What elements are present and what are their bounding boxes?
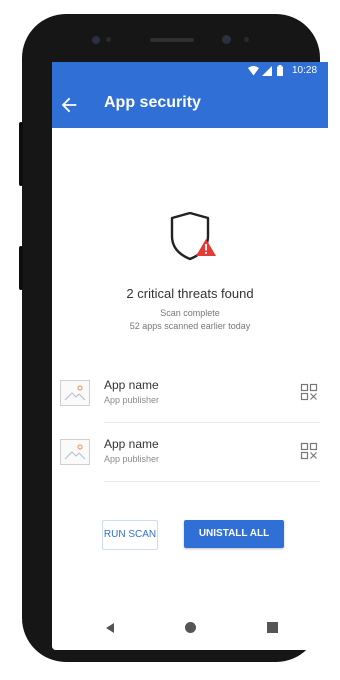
main-content: 2 critical threats found Scan complete 5… [52, 128, 328, 608]
scan-status: Scan complete [160, 308, 220, 318]
status-bar: 10:28 [52, 62, 328, 80]
wifi-icon [248, 66, 259, 76]
scan-details: 52 apps scanned earlier today [129, 321, 251, 331]
page-title: App security [104, 94, 201, 111]
cell-signal-icon [262, 66, 272, 76]
back-arrow-icon[interactable] [58, 94, 80, 116]
back-triangle-icon[interactable] [104, 622, 116, 634]
app-list-item[interactable]: App name App publisher [52, 423, 328, 481]
uninstall-all-button[interactable]: UNISTALL ALL [184, 520, 284, 548]
iris-camera [222, 35, 231, 44]
shield-warning-icon [170, 212, 216, 261]
app-name: App name [104, 437, 159, 451]
sensor-dot [244, 37, 249, 42]
threat-heading: 2 critical threats found [126, 286, 254, 301]
image-placeholder-icon [60, 439, 90, 465]
image-placeholder-icon [60, 380, 90, 406]
app-publisher: App publisher [104, 454, 160, 464]
list-divider [104, 481, 320, 482]
battery-icon [277, 65, 283, 76]
side-button [19, 246, 23, 290]
app-list-item[interactable]: App name App publisher [52, 364, 328, 422]
phone-frame: 10:28 App security 2 critical threats fo… [19, 14, 328, 662]
app-action-icon[interactable] [300, 383, 318, 401]
home-circle-icon[interactable] [184, 621, 197, 634]
app-name: App name [104, 378, 159, 392]
nav-bar [52, 608, 328, 650]
app-action-icon[interactable] [300, 442, 318, 460]
recents-square-icon[interactable] [267, 622, 278, 633]
earpiece [150, 38, 194, 42]
front-camera [92, 36, 100, 44]
sensor-dot [106, 37, 111, 42]
side-button [19, 122, 23, 186]
app-publisher: App publisher [104, 395, 160, 405]
app-bar: App security [52, 80, 328, 128]
run-scan-button[interactable]: RUN SCAN [102, 520, 158, 550]
status-time: 10:28 [292, 65, 318, 76]
screen: 10:28 App security 2 critical threats fo… [52, 62, 328, 650]
